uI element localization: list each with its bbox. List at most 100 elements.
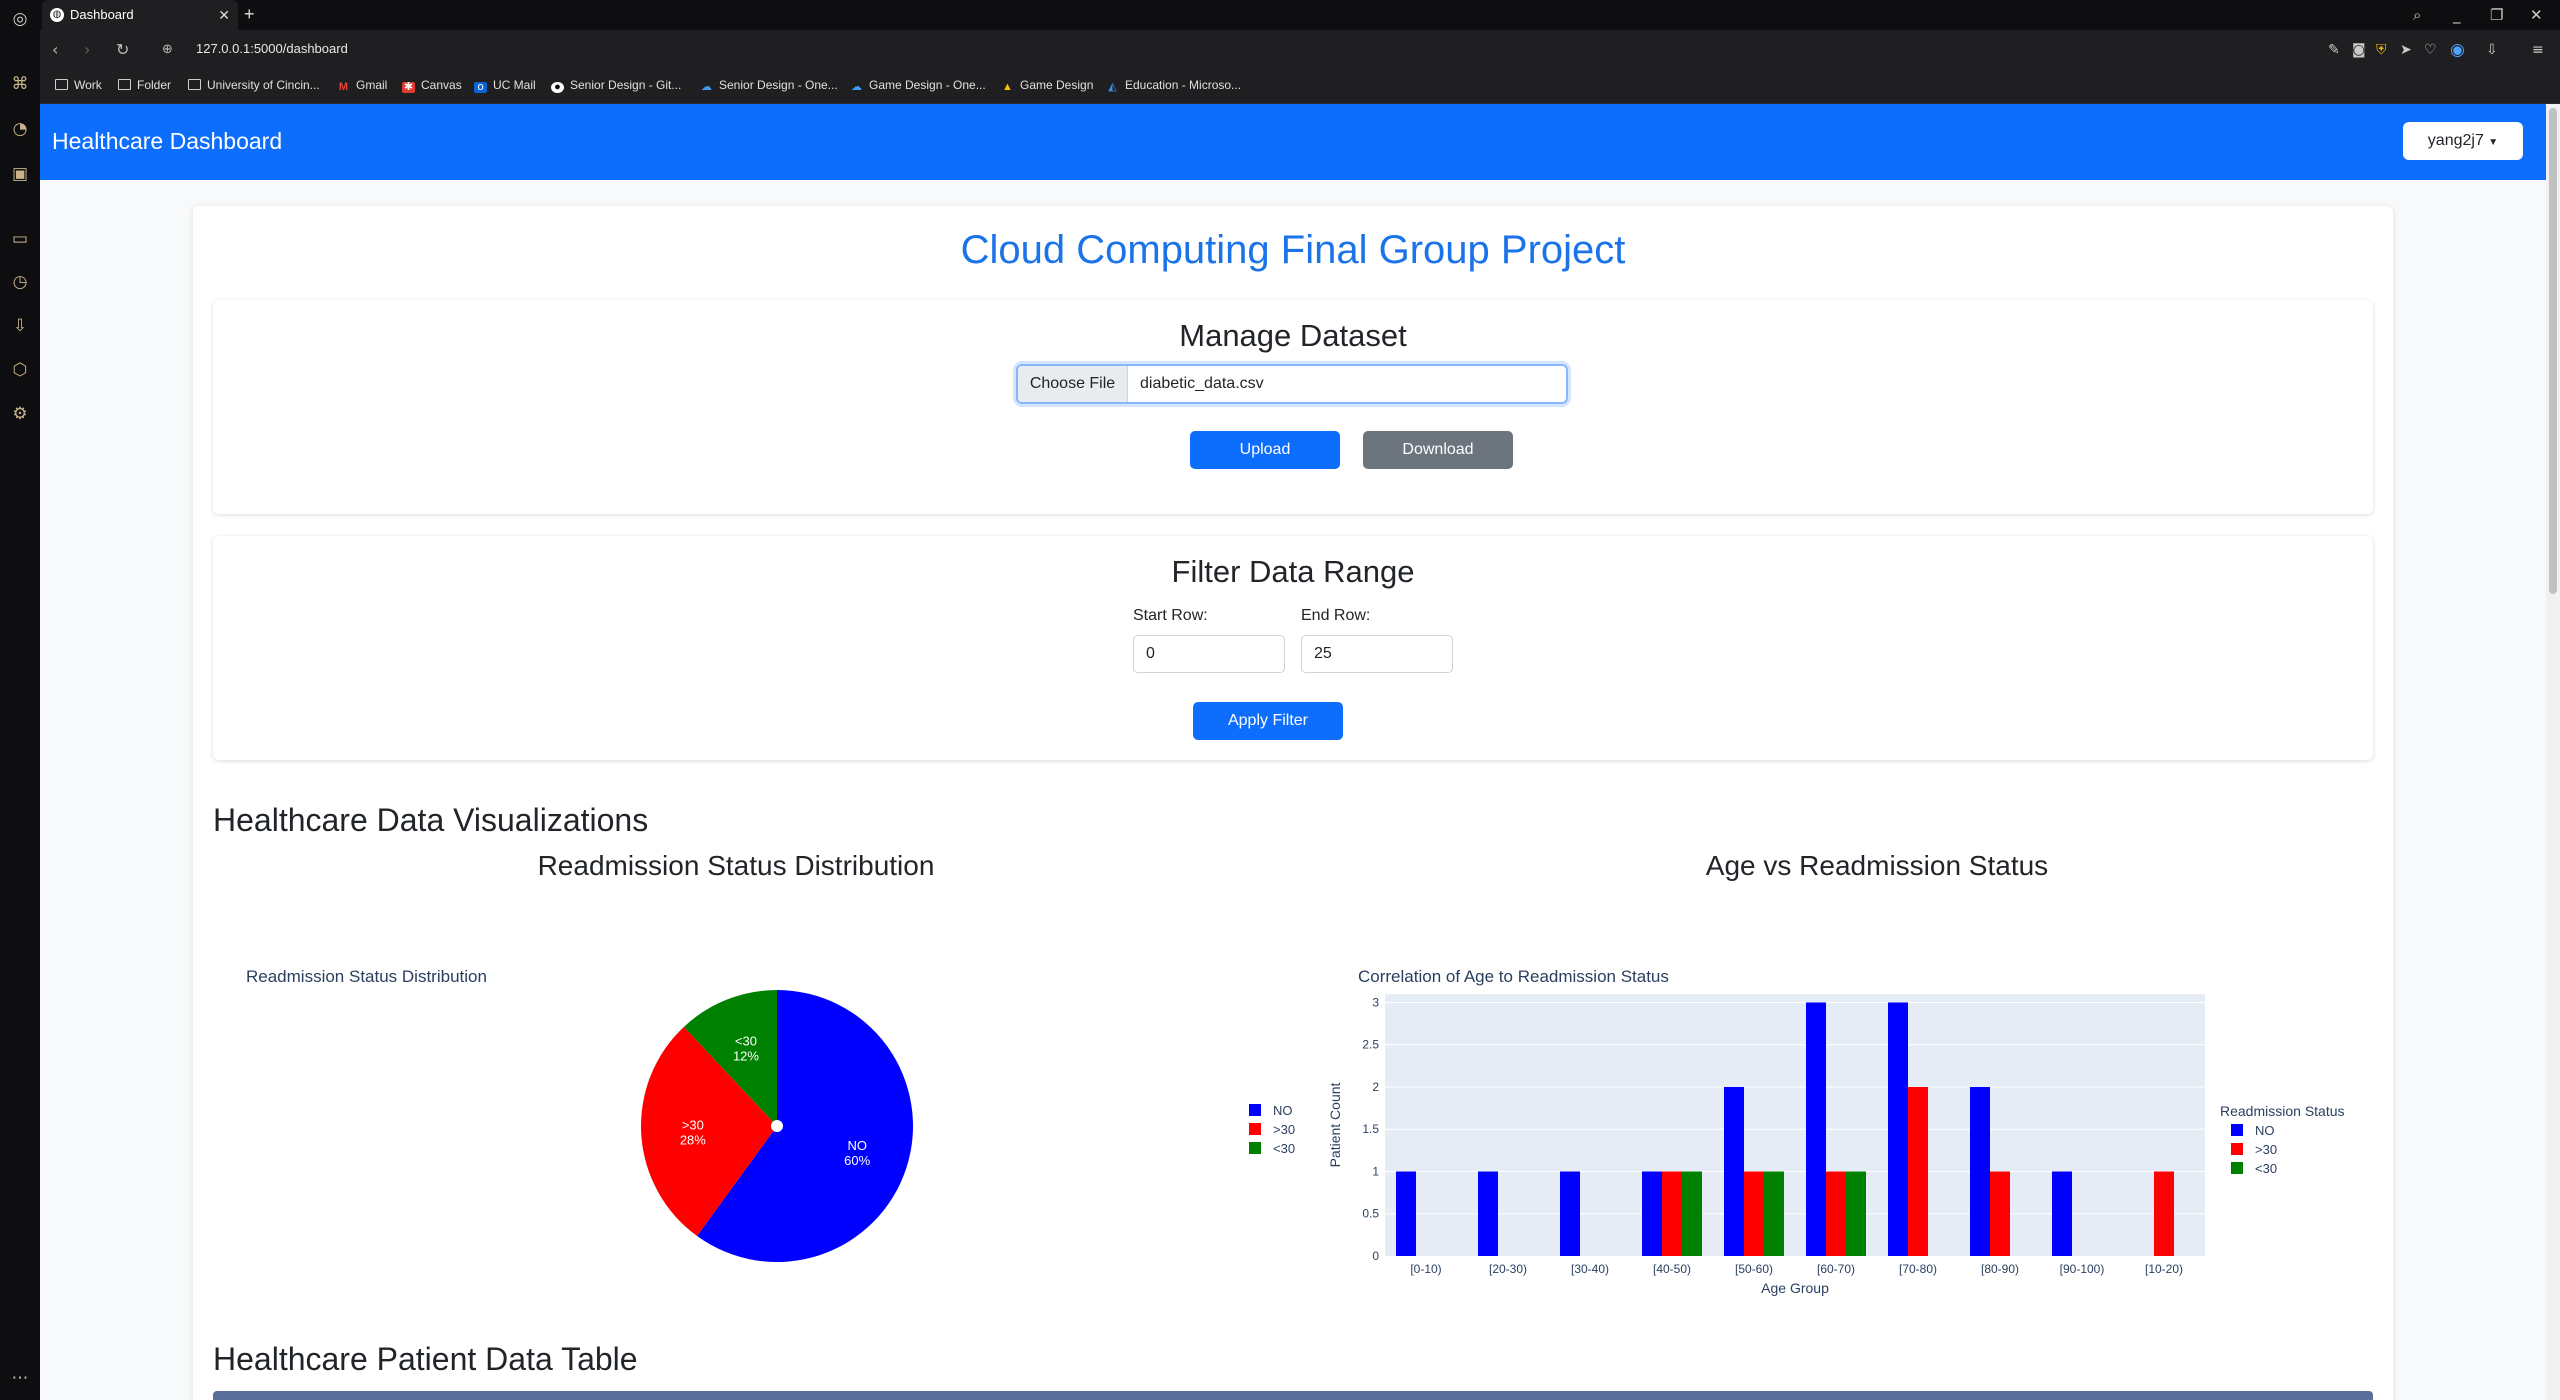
user-dropdown-button[interactable]: yang2j7 ▼	[2403, 122, 2523, 160]
bar-y-tick-label: 0	[1372, 1249, 1379, 1263]
globe-icon: ◍	[50, 8, 64, 22]
gamepad-icon[interactable]: ⌘	[10, 74, 30, 94]
bookmark-gmail[interactable]: M Gmail	[337, 78, 387, 93]
bar-NO	[1806, 1002, 1826, 1256]
reload-icon[interactable]: ↻	[116, 40, 129, 60]
browser-logo-icon[interactable]: ◎	[10, 9, 30, 29]
bar-legend-label: NO	[2255, 1123, 2275, 1138]
tab-title: Dashboard	[70, 7, 134, 22]
bookmark-game-design-one[interactable]: ☁ Game Design - One...	[850, 78, 986, 93]
site-info-icon[interactable]: ⊕	[162, 40, 173, 60]
shield-icon[interactable]: ⛨	[2376, 40, 2387, 60]
bar-NO	[1478, 1171, 1498, 1256]
bar-x-tick-label: [20-30)	[1489, 1262, 1527, 1276]
history-icon[interactable]: ◷	[10, 272, 30, 292]
bookmark-education[interactable]: ◭ Education - Microso...	[1106, 78, 1241, 93]
bar-x-tick-label: [80-90)	[1981, 1262, 2019, 1276]
table-heading: Healthcare Patient Data Table	[213, 1341, 638, 1377]
bookmark-work[interactable]: Work	[55, 78, 102, 92]
tab-dashboard[interactable]: ◍ Dashboard ✕	[42, 0, 238, 30]
back-icon[interactable]: ‹	[52, 40, 58, 60]
bar-legend-label: >30	[2255, 1142, 2277, 1157]
browser-sidebar: ◎ ⌘ ◔ ▣ ▭ ◷ ⇩ ⬡ ⚙ ⋯	[0, 0, 40, 1400]
bar-NO	[1724, 1086, 1744, 1256]
bar-x-axis-label: Age Group	[1761, 1280, 1829, 1296]
bar-legend-title: Readmission Status	[2220, 1103, 2345, 1119]
bar-y-tick-label: 3	[1372, 995, 1379, 1009]
new-tab-icon[interactable]: +	[244, 0, 255, 28]
menu-icon[interactable]: ≡	[2532, 40, 2544, 60]
more-icon[interactable]: ⋯	[10, 1368, 30, 1388]
edit-icon[interactable]: ✎	[2328, 40, 2340, 60]
forward-icon[interactable]: ›	[84, 40, 90, 60]
speedometer-icon[interactable]: ◔	[10, 119, 30, 139]
cube-icon[interactable]: ⬡	[10, 360, 30, 380]
bar-x-tick-label: [70-80)	[1899, 1262, 1937, 1276]
settings-icon[interactable]: ⚙	[10, 404, 30, 424]
scrollbar[interactable]	[2546, 104, 2560, 1400]
address-bar: ‹ › ↻ ⊕ 127.0.0.1:5000/dashboard ✎ ◙ ⛨ ➤…	[40, 30, 2560, 70]
camera-icon[interactable]: ◙	[2352, 40, 2366, 60]
bookmark-senior-design-one[interactable]: ☁ Senior Design - One...	[700, 78, 838, 93]
bookmark-folder[interactable]: Folder	[118, 78, 171, 92]
bar-x30	[1764, 1171, 1784, 1256]
main-container: Cloud Computing Final Group Project Mana…	[193, 206, 2393, 1400]
bookmark-senior-design-git[interactable]: ● Senior Design - Git...	[551, 78, 681, 93]
bar-x-tick-label: [90-100)	[2060, 1262, 2105, 1276]
bar-NO	[1396, 1171, 1416, 1256]
vpn-globe-icon[interactable]: ◉	[2450, 40, 2465, 60]
bar-x30	[1846, 1171, 1866, 1256]
bar-x-tick-label: [30-40)	[1571, 1262, 1609, 1276]
bar-x-tick-label: [60-70)	[1817, 1262, 1855, 1276]
minimize-icon[interactable]: _	[2453, 0, 2461, 30]
navbar: Healthcare Dashboard yang2j7 ▼	[40, 104, 2546, 180]
bar-chart: Correlation of Age to Readmission Status…	[1327, 967, 2345, 1296]
bar-x30	[1826, 1171, 1846, 1256]
caret-down-icon: ▼	[2488, 137, 2499, 148]
bookmark-game-design[interactable]: ▲ Game Design	[1001, 78, 1093, 93]
bar-y-tick-label: 2.5	[1362, 1038, 1379, 1052]
close-window-icon[interactable]: ✕	[2530, 0, 2543, 30]
bar-legend-swatch	[2231, 1124, 2243, 1136]
scrollbar-thumb[interactable]	[2549, 108, 2557, 594]
download-icon[interactable]: ⇩	[10, 316, 30, 336]
bookmarks-bar: Work Folder University of Cincin... M Gma…	[40, 70, 2560, 104]
close-tab-icon[interactable]: ✕	[218, 0, 230, 30]
bookmark-university[interactable]: University of Cincin...	[188, 78, 320, 92]
downloads-icon[interactable]: ⇩	[2486, 40, 2498, 60]
bar-chart-title: Correlation of Age to Readmission Status	[1358, 967, 1669, 986]
bar-NO	[1560, 1171, 1580, 1256]
navbar-brand[interactable]: Healthcare Dashboard	[52, 128, 282, 155]
cast-icon[interactable]: ▭	[10, 229, 30, 249]
table-header	[213, 1391, 2373, 1400]
bar-y-tick-label: 1.5	[1362, 1122, 1379, 1136]
bar-x30	[1990, 1171, 2010, 1256]
heart-icon[interactable]: ♡	[2424, 40, 2437, 60]
bookmark-canvas[interactable]: ✱ Canvas	[402, 78, 462, 93]
url-input[interactable]: 127.0.0.1:5000/dashboard	[196, 41, 348, 56]
bookmark-uc-mail[interactable]: o UC Mail	[474, 78, 536, 93]
bar-y-tick-label: 0.5	[1362, 1207, 1379, 1221]
bar-x-tick-label: [0-10)	[1410, 1262, 1441, 1276]
bar-x30	[1682, 1171, 1702, 1256]
bar-x-tick-label: [40-50)	[1653, 1262, 1691, 1276]
page-viewport: Healthcare Dashboard yang2j7 ▼ Cloud Com…	[40, 104, 2560, 1400]
bar-x30	[1908, 1086, 1928, 1256]
bar-x30	[1662, 1171, 1682, 1256]
send-icon[interactable]: ➤	[2400, 40, 2412, 60]
bar-legend-swatch	[2231, 1162, 2243, 1174]
bar-legend-label: <30	[2255, 1161, 2277, 1176]
bar-NO	[1642, 1171, 1662, 1256]
bar-NO	[2052, 1171, 2072, 1256]
bar-x-tick-label: [10-20)	[2145, 1262, 2183, 1276]
bar-plot-background	[1385, 994, 2205, 1256]
restore-icon[interactable]: ❐	[2490, 0, 2503, 30]
bar-NO	[1888, 1002, 1908, 1256]
bar-y-tick-label: 1	[1372, 1164, 1379, 1178]
tab-strip: ◍ Dashboard ✕ + ⌕ _ ❐ ✕	[40, 0, 2560, 30]
search-icon[interactable]: ⌕	[2413, 0, 2421, 30]
bar-x30	[2154, 1171, 2174, 1256]
bar-y-axis-label: Patient Count	[1327, 1082, 1343, 1167]
bag-icon[interactable]: ▣	[10, 164, 30, 184]
bar-legend-swatch	[2231, 1143, 2243, 1155]
